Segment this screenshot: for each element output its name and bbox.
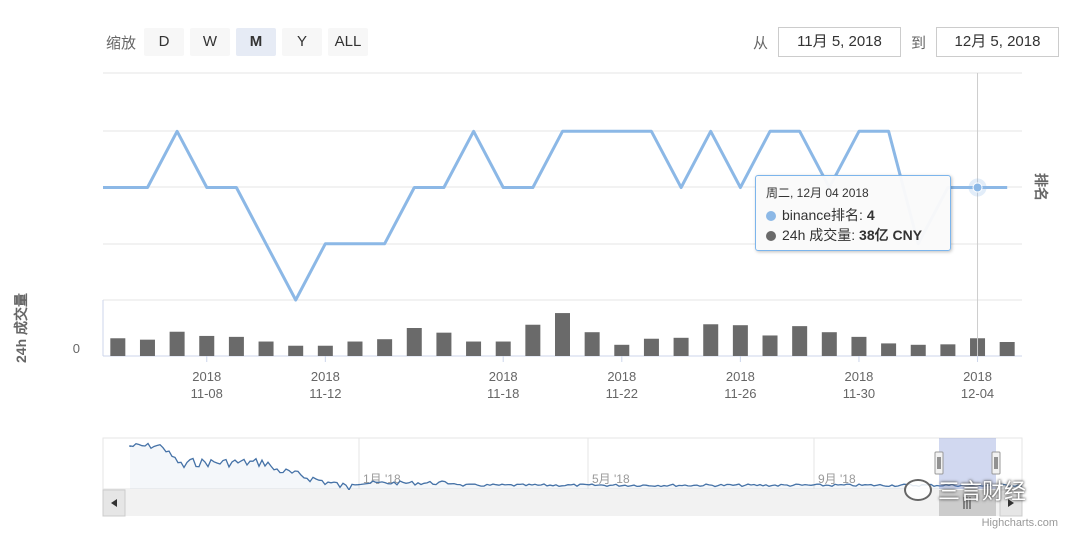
volume-bar — [584, 332, 600, 356]
volume-axis-title: 24h 成交量 — [13, 293, 29, 363]
volume-bar — [881, 343, 897, 356]
x-tick-date: 11-26 — [724, 386, 756, 401]
stock-chart: 排名 24h 成交量 0 2018 11-08 2018 11-12 2018 11-18… — [13, 72, 1049, 517]
volume-bar — [762, 335, 778, 356]
volume-bar — [288, 345, 304, 356]
navigator-label: 5月 '18 — [592, 472, 630, 486]
volume-bar — [999, 342, 1015, 356]
tooltip-rank-value: 4 — [866, 207, 875, 223]
volume-bar — [555, 313, 570, 356]
volume-bar — [614, 344, 630, 356]
volume-bar — [317, 345, 333, 356]
x-tick-year: 2018 — [726, 369, 755, 384]
navigator-handle-left[interactable] — [934, 451, 944, 475]
watermark: 三言财经 — [904, 474, 1026, 506]
tooltip-date: 周二, 12月 04 2018 — [766, 186, 869, 200]
volume-bar — [940, 344, 956, 356]
tooltip-volume-dot — [766, 231, 776, 241]
volume-bar — [673, 337, 689, 356]
volume-bar — [258, 341, 274, 356]
x-tick-year: 2018 — [844, 369, 873, 384]
volume-bar — [792, 326, 808, 356]
x-tick-date: 11-30 — [843, 386, 875, 401]
x-tick-year: 2018 — [607, 369, 636, 384]
tooltip-row-volume: 24h 成交量: 38亿 CNY — [766, 225, 940, 245]
hover-point — [972, 182, 983, 193]
x-tick-year: 2018 — [963, 369, 992, 384]
x-tick-date: 11-08 — [191, 386, 223, 401]
volume-bar — [732, 325, 748, 356]
wechat-icon — [904, 479, 932, 501]
volume-bar — [851, 336, 867, 356]
crosshair — [968, 73, 987, 356]
tooltip-rank-label: binance排名: — [782, 207, 867, 223]
x-tick-year: 2018 — [489, 369, 518, 384]
navigator[interactable]: 1月 '18 5月 '18 9月 '18 — [102, 437, 1023, 517]
credits-link[interactable]: Highcharts.com — [982, 517, 1058, 529]
tooltip-volume-label: 24h 成交量: — [782, 227, 860, 243]
volume-bar — [821, 332, 837, 356]
volume-bar — [643, 338, 659, 356]
x-tick-date: 12-04 — [961, 386, 994, 401]
volume-bar — [436, 332, 452, 356]
volume-bars — [110, 313, 1015, 356]
volume-bar — [347, 341, 363, 356]
rank-axis-title: 排名 — [1033, 173, 1049, 201]
volume-bar — [910, 344, 926, 356]
volume-bar — [495, 341, 511, 356]
volume-bar — [703, 324, 719, 356]
tooltip: 周二, 12月 04 2018 binance排名: 4 24h 成交量: 38… — [755, 175, 951, 251]
volume-bar — [466, 341, 482, 356]
navigator-handle-right[interactable] — [991, 451, 1001, 475]
tooltip-row-rank: binance排名: 4 — [766, 205, 940, 225]
tooltip-volume-value: 38亿 CNY — [859, 227, 923, 243]
volume-bar — [139, 339, 155, 356]
volume-bar — [377, 339, 393, 356]
volume-bar — [199, 335, 215, 356]
volume-bar — [406, 328, 422, 356]
x-tick-date: 11-18 — [487, 386, 519, 401]
scrollbar-track — [103, 490, 1022, 516]
x-axis-ticks: 2018 11-08 2018 11-12 2018 11-18 2018 11-22 2018… — [191, 356, 994, 401]
volume-axis-zero-label: 0 — [73, 341, 80, 356]
tooltip-rank-dot — [766, 211, 776, 221]
watermark-text: 三言财经 — [938, 479, 1027, 504]
volume-bar — [525, 324, 541, 356]
x-tick-date: 11-22 — [606, 386, 638, 401]
volume-bar — [110, 338, 126, 356]
volume-bar — [228, 336, 244, 356]
x-tick-date: 11-12 — [309, 386, 341, 401]
x-tick-year: 2018 — [192, 369, 221, 384]
volume-bar — [169, 331, 185, 356]
x-tick-year: 2018 — [311, 369, 340, 384]
